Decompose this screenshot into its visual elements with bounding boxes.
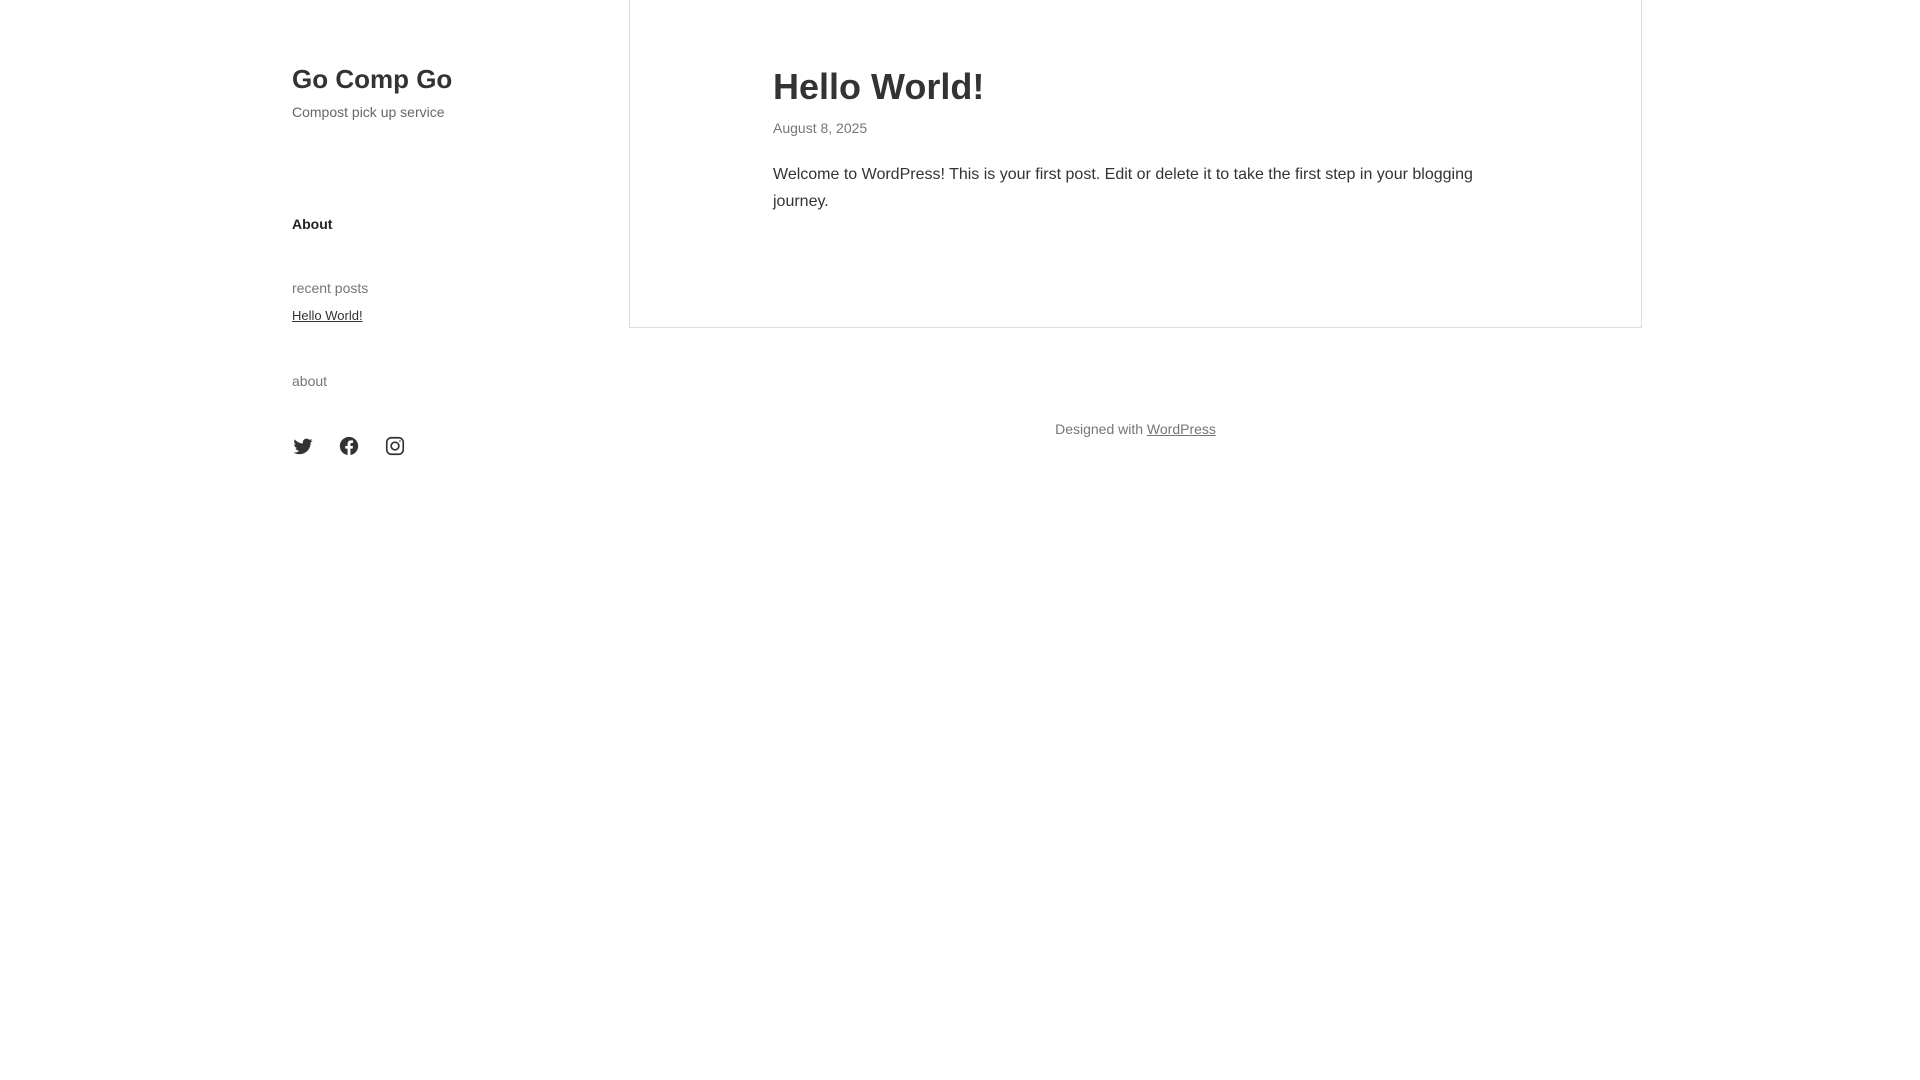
about-heading: about [292, 373, 328, 389]
post-date[interactable]: August 8, 2025 [773, 119, 867, 137]
recent-post-link[interactable]: Hello World! [292, 307, 363, 325]
post-body: Welcome to WordPress! This is your first… [773, 166, 1473, 210]
post-card: Hello World! August 8, 2025 Welcome to W… [629, 0, 1642, 328]
site-title[interactable]: Go Comp Go [292, 64, 452, 94]
nav-item-about[interactable]: About [292, 215, 332, 233]
facebook-icon[interactable] [338, 435, 360, 457]
site-tagline: Compost pick up service [292, 104, 445, 120]
social-icons [292, 435, 406, 457]
instagram-icon[interactable] [384, 435, 406, 457]
footer-credit-text: Designed with [1055, 421, 1147, 437]
post-title[interactable]: Hello World! [773, 66, 984, 108]
twitter-icon[interactable] [292, 435, 314, 457]
site-footer: Designed with WordPress [629, 420, 1642, 438]
recent-posts-heading: recent posts [292, 280, 369, 296]
wordpress-link[interactable]: WordPress [1147, 421, 1216, 437]
